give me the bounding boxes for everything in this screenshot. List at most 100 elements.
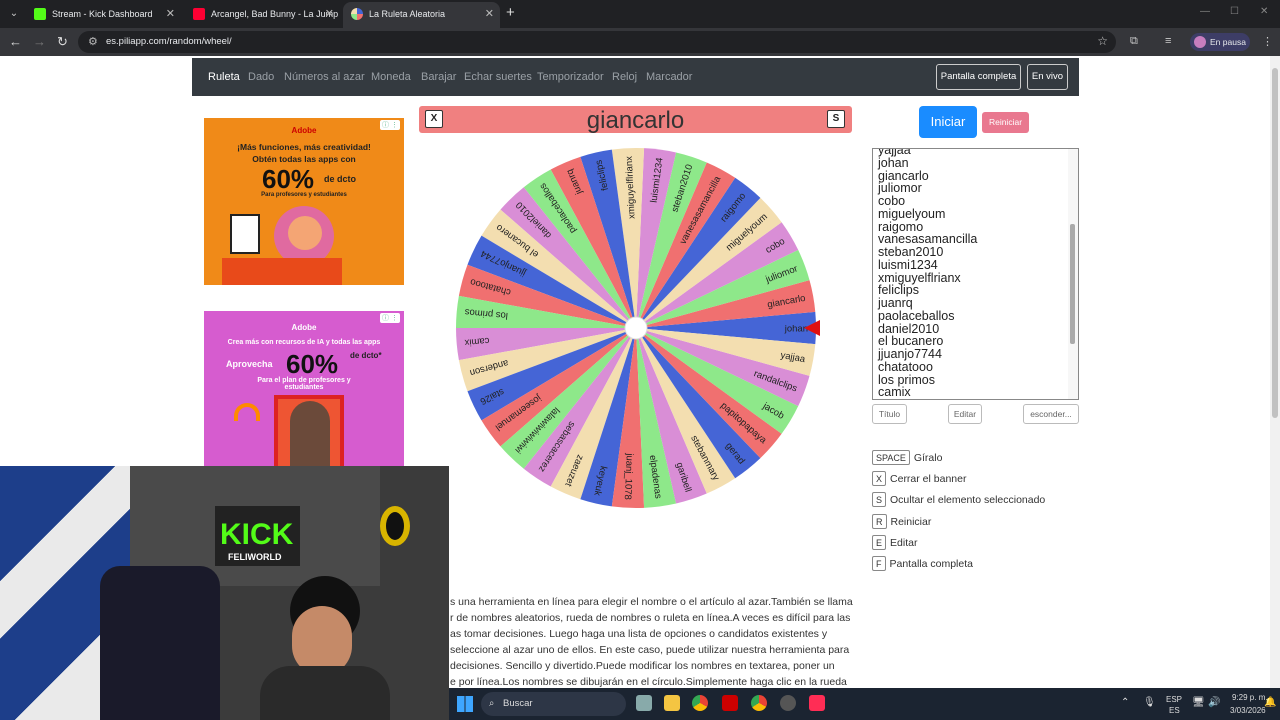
forward-icon[interactable]: → — [33, 34, 46, 50]
tray-chevron-icon[interactable]: ⌃ — [1121, 697, 1129, 708]
shortcut-key: SPACE — [872, 450, 910, 465]
checklist-illustration — [230, 214, 260, 254]
bookmark-star-icon[interactable]: ☆ — [1097, 34, 1108, 48]
maximize-icon[interactable]: ☐ — [1230, 6, 1239, 17]
taskbar-search[interactable]: ⌕ Buscar — [481, 692, 626, 716]
media-queue-icon[interactable]: ≡ — [1165, 35, 1171, 47]
tab-ruleta[interactable]: La Ruleta Aleatoria ✕ — [343, 2, 500, 28]
name-entry: steban2010 — [878, 245, 944, 259]
shortcut-key: E — [872, 535, 887, 550]
name-entry: juanrq — [878, 296, 913, 310]
kick-subtext: FELIWORLD — [228, 552, 282, 562]
notifications-icon[interactable]: 🔔 — [1264, 697, 1276, 708]
tab-youtube[interactable]: Arcangel, Bad Bunny - La Jump ✕ — [185, 2, 340, 28]
live-button[interactable]: En vivo — [1027, 64, 1068, 90]
nav-link-moneda[interactable]: Moneda — [371, 58, 411, 96]
volume-icon[interactable]: 🔊 — [1208, 697, 1220, 708]
extensions-icon[interactable]: ⧉ — [1130, 35, 1138, 48]
url-text: es.piliapp.com/random/wheel/ — [106, 36, 232, 47]
browser-tab-bar: ⌄ Stream - Kick Dashboard ✕ Arcangel, Ba… — [0, 0, 1280, 28]
fullscreen-button[interactable]: Pantalla completa — [936, 64, 1021, 90]
ad-banner-adobe-2[interactable]: ⓘ ⋮ Adobe Crea más con recursos de IA y … — [204, 311, 404, 471]
hide-button[interactable]: esconder... — [1023, 404, 1079, 424]
edit-button[interactable]: Editar — [948, 404, 982, 424]
obs-icon[interactable] — [780, 695, 796, 711]
back-icon[interactable]: ← — [9, 34, 22, 50]
app-icon[interactable] — [722, 695, 738, 711]
shortcut-row: SPACE Gíralo — [872, 450, 942, 466]
taskbar-search-label: Buscar — [503, 698, 533, 709]
clock-date[interactable]: 3/03/2026 — [1230, 706, 1266, 715]
name-entry: anderson — [878, 399, 930, 400]
textarea-scroll-thumb[interactable] — [1070, 224, 1075, 344]
ad-brand: Adobe — [291, 323, 317, 332]
close-tab-icon[interactable]: ✕ — [325, 2, 334, 26]
name-wheel[interactable]: johangiancarlojuliomorcobomiguelyoumraig… — [452, 144, 820, 512]
tab-title: La Ruleta Aleatoria — [369, 9, 446, 19]
clock-time[interactable]: 9:29 p. m. — [1232, 693, 1268, 702]
wheel-hub — [624, 316, 648, 340]
close-tab-icon[interactable]: ✕ — [166, 2, 175, 26]
minimize-icon[interactable]: — — [1200, 6, 1210, 17]
ad-headline: Crea más con recursos de IA y todas las … — [227, 339, 381, 346]
tab-kick-dashboard[interactable]: Stream - Kick Dashboard ✕ — [26, 2, 181, 28]
language-sub-indicator: ES — [1169, 706, 1180, 715]
close-tab-icon[interactable]: ✕ — [485, 2, 494, 26]
youtube-icon — [193, 8, 205, 20]
tab-title: Stream - Kick Dashboard — [52, 9, 153, 19]
names-textarea[interactable]: yajjaa johan giancarlo juliomor cobo miguelyo… — [872, 148, 1079, 400]
textarea-scrollbar[interactable] — [1068, 149, 1078, 399]
new-tab-icon[interactable]: + — [506, 5, 515, 21]
shortcut-row: R Reiniciar — [872, 514, 931, 530]
ad-headline: ¡Más funciones, más creatividad! — [237, 142, 371, 152]
shortcut-label: Ocultar el elemento seleccionado — [890, 494, 1046, 506]
close-banner-button[interactable]: X — [425, 110, 443, 128]
ad-subline: Obtén todas las apps con — [252, 154, 356, 164]
hide-selected-button[interactable]: S — [827, 110, 845, 128]
shortcut-row: S Ocultar el elemento seleccionado — [872, 492, 1045, 508]
chrome-active-icon[interactable] — [751, 695, 767, 711]
nav-link-numeros[interactable]: Números al azar — [284, 58, 365, 96]
file-explorer-icon[interactable] — [664, 695, 680, 711]
ad-banner-adobe-1[interactable]: ⓘ ⋮ Adobe ¡Más funciones, más creativida… — [204, 118, 404, 285]
chrome-icon[interactable] — [692, 695, 708, 711]
task-view-icon[interactable] — [636, 695, 652, 711]
network-icon[interactable]: 🖥 — [1192, 697, 1205, 708]
ad-lead: Aprovecha — [226, 359, 273, 369]
description-text: s una herramienta en línea para elegir e… — [450, 594, 855, 690]
title-button[interactable]: Título — [872, 404, 907, 424]
tiktok-icon[interactable] — [809, 695, 825, 711]
names-list: yajjaa johan giancarlo juliomor cobo miguelyo… — [878, 149, 977, 400]
nav-link-temporizador[interactable]: Temporizador — [537, 58, 604, 96]
reload-icon[interactable]: ↻ — [57, 34, 68, 50]
shortcut-key: S — [872, 492, 887, 507]
rainbow-illustration — [234, 403, 260, 421]
ad-choices-icon[interactable]: ⓘ ⋮ — [380, 313, 400, 323]
page-scrollbar[interactable] — [1270, 56, 1280, 688]
nav-link-marcador[interactable]: Marcador — [646, 58, 692, 96]
windows-start-icon[interactable] — [457, 696, 473, 712]
menu-kebab-icon[interactable]: ⋮ — [1262, 35, 1273, 48]
omnibox[interactable]: ⚙ es.piliapp.com/random/wheel/ ☆ — [78, 31, 1116, 53]
close-window-icon[interactable]: ✕ — [1260, 6, 1268, 17]
tab-title: Arcangel, Bad Bunny - La Jump — [211, 9, 339, 19]
scroll-thumb[interactable] — [1272, 68, 1278, 418]
language-indicator[interactable]: ESP — [1166, 695, 1182, 704]
nav-link-echar-suertes[interactable]: Echar suertes — [464, 58, 532, 96]
shortcut-label: Pantalla completa — [889, 558, 973, 570]
nav-link-barajar[interactable]: Barajar — [421, 58, 456, 96]
nav-link-dado[interactable]: Dado — [248, 58, 274, 96]
microphone-icon[interactable]: 🎙 — [1143, 697, 1156, 708]
wheel-favicon-icon — [351, 8, 363, 20]
tab-search-icon[interactable]: ⌄ — [6, 6, 22, 22]
wheel-slice-label: juanj_1078 — [622, 452, 635, 500]
profile-pause-pill[interactable]: En pausa — [1190, 33, 1250, 51]
start-button[interactable]: Iniciar — [919, 106, 977, 138]
reset-button[interactable]: Reiniciar — [982, 112, 1029, 133]
site-info-icon[interactable]: ⚙ — [88, 35, 98, 48]
profile-status: En pausa — [1210, 37, 1246, 47]
kick-icon — [34, 8, 46, 20]
nav-link-reloj[interactable]: Reloj — [612, 58, 637, 96]
nav-link-ruleta[interactable]: Ruleta — [208, 58, 240, 96]
description-line: seleccione al azar uno de ellos. En este… — [450, 644, 850, 656]
